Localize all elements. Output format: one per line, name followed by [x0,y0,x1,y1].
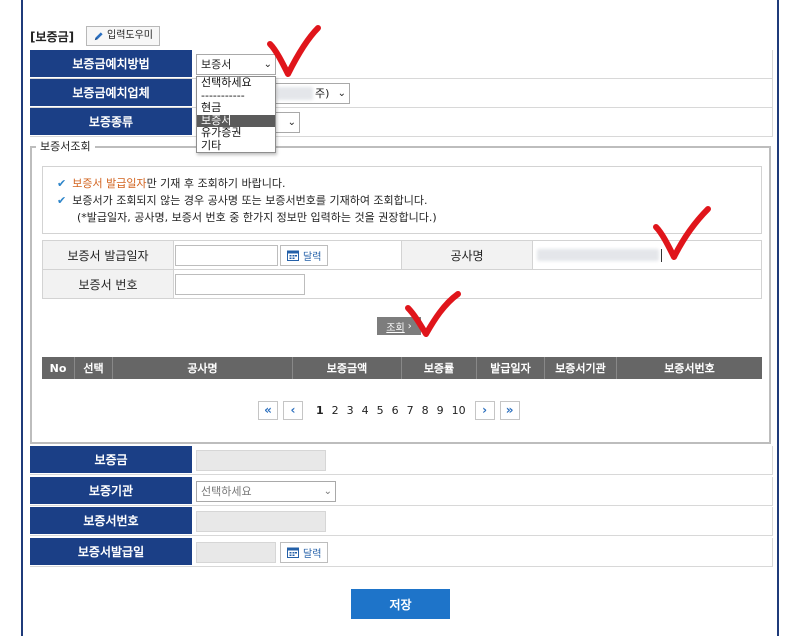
project-name-label: 공사명 [401,241,532,270]
deposit-type-value-cell: ⌄ [192,108,772,136]
cert-lookup-legend: 보증서조회 [36,138,95,154]
notice-line-1: ✔ 보증서 발급일자만 기재 후 조회하기 바랍니다. [57,175,761,192]
page-number[interactable]: 4 [362,404,369,417]
page-number[interactable]: 6 [392,404,399,417]
col-rate: 보증률 [402,357,477,379]
guarantor-select-value: 선택하세요 [201,485,252,498]
row-cert-number: 보증서번호 [30,507,773,536]
issue-date-input[interactable] [175,245,278,266]
guarantor-cell: 선택하세요 ⌄ [192,477,772,505]
calendar-label: 달력 [303,549,322,560]
calendar-icon [287,547,299,558]
issue-date-calendar-button[interactable]: 달력 [280,245,329,266]
issue-date-cell: 달력 [173,241,401,270]
row-deposit-method: 보증금예치방법 보증서 ⌄ [30,50,773,79]
deposit-company-value-cell: 주) ⌄ [192,79,772,107]
guarantor-select[interactable]: 선택하세요 ⌄ [196,481,336,502]
chevron-down-icon: ⌄ [287,117,296,128]
row-deposit-amount: 보증금 [30,446,773,475]
first-page-button[interactable]: « [258,400,278,420]
cert-issue-date-label: 보증서발급일 [30,538,192,566]
page-number[interactable]: 2 [332,404,339,417]
section-title: [보증금] [30,30,75,44]
deposit-method-dropdown-list: 선택하세요 ----------- 현금 보증서 유가증권 기타 [196,76,276,153]
col-amount: 보증금액 [293,357,402,379]
row-guarantor: 보증기관 선택하세요 ⌄ [30,477,773,506]
page-number-current[interactable]: 1 [316,404,324,417]
col-no: No [42,357,75,379]
deposit-method-label: 보증금예치방법 [30,50,192,78]
dropdown-option[interactable]: 현금 [197,101,275,115]
notice-highlight: 보증서 발급일자 [72,177,147,190]
col-project-name: 공사명 [113,357,293,379]
annotation-checkmark-icon [653,206,711,260]
deposit-method-select[interactable]: 보증서 ⌄ [196,54,276,75]
dropdown-option[interactable]: 선택하세요 [197,76,275,90]
prev-page-button[interactable]: ‹ [283,400,303,420]
input-helper-label: 입력도우미 [107,30,153,41]
row-cert-issue-date: 보증서발급일 달력 [30,538,773,567]
pagination: « ‹ 1 2 3 4 5 6 7 8 9 10 › » [258,400,525,420]
blurred-company-name [277,87,313,100]
issue-date-label: 보증서 발급일자 [42,241,173,270]
col-issue-date: 발급일자 [477,357,545,379]
cert-issue-date-cell: 달력 [192,538,772,566]
deposit-company-label: 보증금예치업체 [30,79,192,107]
page-number[interactable]: 5 [377,404,384,417]
cert-number-bottom-label: 보증서번호 [30,507,192,535]
annotation-checkmark-icon [405,291,461,337]
chevron-down-icon: ⌄ [323,486,332,497]
calendar-icon [287,250,299,261]
cert-issue-date-field [196,542,276,563]
frame-right-border [777,0,779,636]
next-page-button[interactable]: › [474,400,495,420]
cert-number-bottom-cell [192,507,772,535]
last-page-button[interactable]: » [499,400,520,420]
deposit-type-label: 보증종류 [30,108,192,136]
dropdown-option[interactable]: 기타 [197,139,275,153]
blurred-project-name [537,249,659,261]
deposit-method-select-value: 보증서 [201,58,232,71]
guarantor-label: 보증기관 [30,477,192,505]
cert-number-input[interactable] [175,274,305,295]
cert-number-field [196,511,326,532]
page-number[interactable]: 3 [347,404,354,417]
deposit-amount-cell [192,446,772,474]
col-cert-number: 보증서번호 [664,362,715,375]
cert-number-label: 보증서 번호 [42,270,173,299]
input-helper-button[interactable]: 입력도우미 [86,26,160,46]
row-deposit-type: 보증종류 ⌄ [30,108,773,137]
page-number[interactable]: 10 [452,404,466,417]
check-icon: ✔ [57,177,67,190]
frame-left-border [21,0,23,636]
results-table-header: No 선택 공사명 보증금액 보증률 발급일자 보증서기관 보증서번호 [42,357,762,379]
page-number[interactable]: 7 [407,404,414,417]
check-icon: ✔ [57,194,67,207]
annotation-checkmark-icon [267,25,321,77]
search-button-label: 조회 [386,322,405,334]
col-select: 선택 [75,357,113,379]
dropdown-option[interactable]: 유가증권 [197,126,275,140]
deposit-company-suffix: 주) [315,87,330,100]
deposit-amount-field [196,450,326,471]
project-name-cell [532,241,762,270]
calendar-label: 달력 [303,252,322,263]
save-button[interactable]: 저장 [351,589,450,619]
col-issuer: 보증서기관 [545,357,617,379]
row-deposit-company: 보증금예치업체 주) ⌄ [30,79,773,108]
page-number[interactable]: 8 [422,404,429,417]
notice-2-text: 보증서가 조회되지 않는 경우 공사명 또는 보증서번호를 기재하여 조회합니다… [72,194,428,207]
notice-1-text: 만 기재 후 조회하기 바랍니다. [146,177,286,190]
cert-number-cell [173,270,762,299]
cert-issue-date-calendar-button[interactable]: 달력 [280,542,329,563]
chevron-down-icon: ⌄ [337,88,346,99]
pencil-icon [94,31,103,40]
page-number[interactable]: 9 [437,404,444,417]
deposit-amount-label: 보증금 [30,446,192,474]
